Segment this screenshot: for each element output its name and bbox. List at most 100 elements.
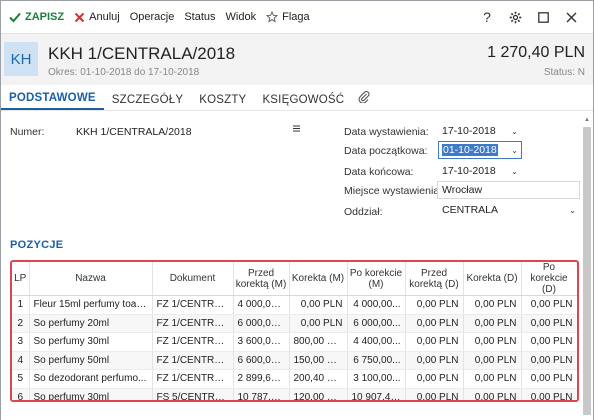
table-cell: 0,00 PLN [463,332,522,352]
issue-date-picker[interactable]: 17-10-2018 ⌄ [438,123,522,139]
table-cell: FZ 1/CENTRAL... [152,332,234,352]
end-date-picker[interactable]: 17-10-2018 ⌄ [438,163,522,179]
column-header[interactable]: Po korekcie (M) [347,262,406,296]
column-header[interactable]: LP [12,262,30,296]
table-cell: 6 600,00... [233,351,290,370]
document-amount: 1 270,40 PLN [487,44,585,61]
table-cell: 0,00 PLN [405,332,464,352]
table-cell: 120,00 PLN [289,388,348,400]
table-cell: 4 [12,351,30,370]
column-header[interactable]: Przed korektą (M) [233,262,290,296]
chevron-down-icon: ⌄ [511,126,518,136]
table-cell: 1 [12,295,30,315]
tab-ksiegowosc[interactable]: KSIĘGOWOŚĆ [254,94,352,110]
place-field[interactable]: Wrocław [437,181,580,199]
document-period: Okres: 01-10-2018 do 17-10-2018 [48,67,200,78]
table-cell: 0,00 PLN [521,351,577,370]
star-icon [266,11,279,23]
table-cell: 0,00 PLN [521,314,577,333]
table-cell: 0,00 PLN [405,388,464,400]
start-date-picker[interactable]: 01-10-2018 ⌄ [438,141,522,159]
status-badge: Status: N [543,67,585,78]
branch-select[interactable]: CENTRALA ⌄ [438,202,580,218]
table-row[interactable]: 1 Fleur 15ml perfumy toalet. FZ 1/CENTRA… [12,295,577,315]
column-header[interactable]: Przed korektą (D) [405,262,464,296]
column-header[interactable]: Korekta (M) [289,262,348,296]
table-row[interactable]: 6 So perfumy 30ml FS 5/CENTRAL... 10 787… [12,388,577,400]
scroll-up-icon[interactable]: ▲ [583,117,591,123]
table-row[interactable]: 3 So perfumy 30ml FZ 1/CENTRAL... 3 600,… [12,332,577,352]
table-row[interactable]: 5 So dezodorant perfumo... FZ 1/CENTRAL.… [12,369,577,389]
help-icon[interactable]: ? [473,9,501,25]
table-cell: 6 000,00... [347,314,406,333]
tab-koszty[interactable]: KOSZTY [191,94,254,110]
table-cell: 0,00 PLN [405,295,464,315]
close-icon [74,12,85,23]
tab-podstawowe[interactable]: PODSTAWOWE [1,92,104,110]
table-cell: So perfumy 50ml [29,351,153,370]
table-cell: 0,00 PLN [463,388,522,400]
table-cell: So perfumy 30ml [29,332,153,352]
save-label: ZAPISZ [25,11,65,23]
table-cell: 6 [12,388,30,400]
column-header[interactable]: Po korekcie (D) [521,262,577,296]
table-cell: 2 899,60... [233,369,290,389]
table-cell: So perfumy 30ml [29,388,153,400]
chevron-down-icon: ⌄ [511,166,518,176]
paperclip-icon[interactable] [352,90,376,110]
table-cell: 10 907,40... [347,388,406,400]
view-menu[interactable]: Widok [226,11,257,23]
page-title: KKH 1/CENTRALA/2018 [48,44,236,63]
toolbar: ZAPISZ Anuluj Operacje Status Widok Flag… [1,1,593,33]
menu-icon[interactable] [292,124,301,136]
table-cell: 0,00 PLN [521,369,577,389]
table-cell: 3 100,00... [347,369,406,389]
column-header[interactable]: Korekta (D) [463,262,522,296]
document-header: KH KKH 1/CENTRALA/2018 Okres: 01-10-2018… [1,33,593,85]
avatar: KH [4,42,38,76]
table-cell: 200,40 PLN [289,369,348,389]
table-cell: FZ 1/CENTRAL... [152,369,234,389]
branch-label: Oddział: [344,206,383,218]
vertical-scrollbar[interactable]: ▲ [583,117,591,415]
tab-szczegoly[interactable]: SZCZEGÓŁY [104,94,191,110]
cancel-button[interactable]: Anuluj [74,11,120,23]
close-window-icon[interactable] [557,12,585,23]
column-header[interactable]: Dokument [152,262,234,296]
table-row[interactable]: 4 So perfumy 50ml FZ 1/CENTRAL... 6 600,… [12,351,577,370]
table-cell: 3 600,00... [233,332,290,352]
gear-icon[interactable] [501,11,529,24]
save-button[interactable]: ZAPISZ [9,11,64,23]
issue-date-label: Data wystawienia: [344,126,429,138]
flag-label: Flaga [282,11,310,23]
table-cell: 4 000,00... [347,295,406,315]
number-field[interactable]: KKH 1/CENTRALA/2018 [76,126,192,138]
table-cell: 5 [12,369,30,389]
table-cell: 0,00 PLN [463,351,522,370]
status-menu[interactable]: Status [184,11,215,23]
maximize-icon[interactable] [529,11,557,23]
place-label: Miejsce wystawienia: [344,185,443,197]
table-cell: 0,00 PLN [463,314,522,333]
end-date-value: 17-10-2018 [442,165,496,177]
flag-button[interactable]: Flaga [266,11,310,23]
scrollbar-thumb[interactable] [583,127,591,415]
table-cell: 6 000,00... [233,314,290,333]
table-cell: 0,00 PLN [463,295,522,315]
table-cell: 4 000,00... [233,295,290,315]
table-cell: 6 750,00... [347,351,406,370]
table-cell: 0,00 PLN [405,314,464,333]
table-cell: So dezodorant perfumo... [29,369,153,389]
branch-value: CENTRALA [442,204,499,216]
chevron-down-icon: ⌄ [569,205,576,215]
cancel-label: Anuluj [89,11,120,23]
number-label: Numer: [10,126,45,138]
table-cell: Fleur 15ml perfumy toalet. [29,295,153,315]
operations-menu[interactable]: Operacje [130,11,175,23]
table-cell: 0,00 PLN [521,388,577,400]
start-date-label: Data początkowa: [344,145,428,157]
table-cell: FZ 1/CENTRAL... [152,295,234,315]
column-header[interactable]: Nazwa [29,262,153,296]
table-cell: 0,00 PLN [521,332,577,352]
table-row[interactable]: 2 So perfumy 20ml FZ 1/CENTRAL... 6 000,… [12,314,577,333]
